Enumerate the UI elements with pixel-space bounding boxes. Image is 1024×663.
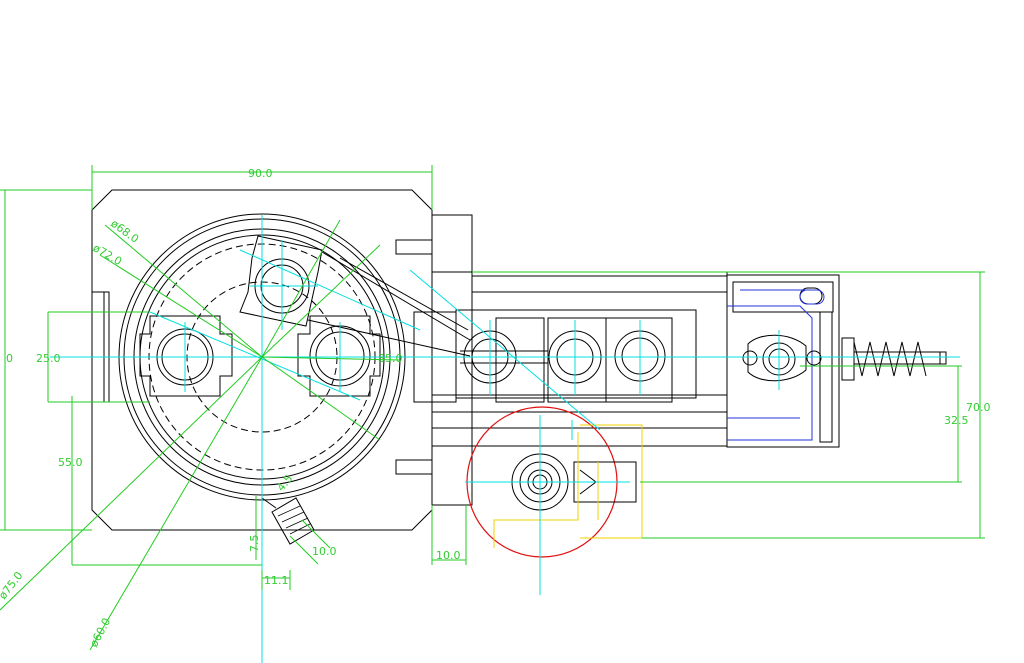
dim-left-edge: 0: [6, 352, 13, 365]
dim-55: 55.0: [58, 456, 83, 469]
dim-10-a: 10.0: [312, 545, 337, 558]
cad-drawing-canvas: 90.0 ø68.0 ø72.0 25.0 35.0 55.0 0 ø75.0 …: [0, 165, 991, 663]
dimension-lines: [0, 165, 985, 651]
boss-left: [139, 315, 233, 397]
dim-35: 35.0: [378, 352, 403, 365]
dim-11-1: 11.1: [264, 574, 289, 587]
spring: [841, 337, 947, 381]
dim-70: 70.0: [966, 401, 991, 414]
boss-right: [297, 315, 381, 397]
carriage-body: [395, 214, 728, 506]
dimension-labels: 90.0 ø68.0 ø72.0 25.0 35.0 55.0 0 ø75.0 …: [0, 167, 991, 649]
dim-dia-72: ø72.0: [91, 241, 125, 268]
dim-width-90: 90.0: [248, 167, 273, 180]
dim-7-5: 7.5: [248, 535, 261, 553]
dim-dia-60: ø60.0: [87, 616, 113, 650]
dim-32-5: 32.5: [944, 414, 969, 427]
screw-bottom: [261, 497, 315, 545]
cam-follower: [742, 334, 822, 382]
dim-10-b: 10.0: [436, 549, 461, 562]
dim-25: 25.0: [36, 352, 61, 365]
